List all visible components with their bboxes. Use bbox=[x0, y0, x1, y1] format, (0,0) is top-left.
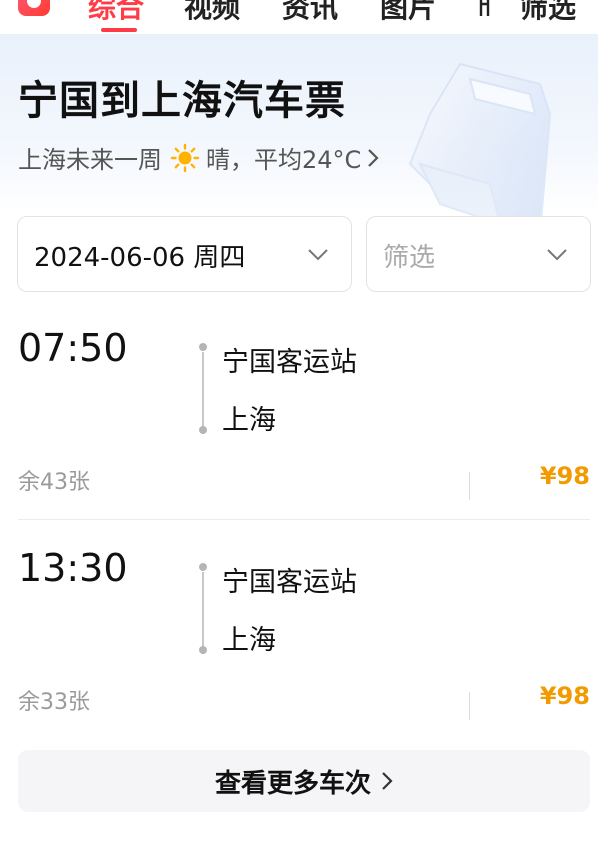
sun-icon bbox=[170, 143, 200, 172]
date-select[interactable]: 2024-06-06 周四 bbox=[17, 216, 352, 292]
route-line bbox=[202, 572, 204, 654]
view-more-trips-button[interactable]: 查看更多车次 bbox=[18, 750, 590, 812]
chevron-down-icon bbox=[308, 249, 328, 261]
departure-station: 宁国客运站 bbox=[222, 567, 357, 598]
arrival-station: 上海 bbox=[222, 625, 276, 656]
departure-station: 宁国客运站 bbox=[222, 347, 357, 378]
tickets-remaining: 余33张 bbox=[18, 690, 90, 715]
top-tab-bar: 综合 视频 资讯 图片 筛选 bbox=[0, 0, 598, 34]
active-tab-indicator bbox=[101, 28, 137, 32]
route-start-dot bbox=[199, 563, 207, 571]
chevron-right-icon bbox=[368, 148, 379, 167]
route-start-dot bbox=[199, 343, 207, 351]
app-logo-icon[interactable] bbox=[18, 0, 50, 16]
weather-link[interactable]: 上海未来一周 晴，平均24°C bbox=[18, 140, 379, 175]
tab-video[interactable]: 视频 bbox=[184, 0, 240, 26]
ticket-price[interactable]: ¥98 bbox=[540, 682, 590, 710]
filter-icon[interactable] bbox=[478, 0, 502, 18]
page-title: 宁国到上海汽车票 bbox=[18, 78, 346, 124]
filter-placeholder: 筛选 bbox=[383, 243, 436, 273]
route-end-dot bbox=[199, 646, 207, 654]
weather-prefix: 上海未来一周 bbox=[18, 146, 162, 174]
weather-text: 晴，平均24°C bbox=[206, 146, 362, 174]
separator bbox=[469, 692, 470, 720]
chevron-down-icon bbox=[547, 249, 567, 261]
tab-comprehensive[interactable]: 综合 bbox=[88, 0, 144, 26]
trip-card[interactable]: 07:50 宁国客运站 上海 余43张 ¥98 bbox=[0, 326, 598, 516]
tab-filter[interactable]: 筛选 bbox=[520, 0, 576, 26]
tab-news[interactable]: 资讯 bbox=[282, 0, 338, 26]
departure-time: 07:50 bbox=[18, 326, 128, 370]
tab-images[interactable]: 图片 bbox=[380, 0, 436, 26]
trip-card[interactable]: 13:30 宁国客运站 上海 余33张 ¥98 bbox=[0, 546, 598, 736]
route-end-dot bbox=[199, 426, 207, 434]
arrival-station: 上海 bbox=[222, 405, 276, 436]
departure-time: 13:30 bbox=[18, 546, 128, 590]
view-more-label: 查看更多车次 bbox=[214, 768, 371, 799]
result-header: 宁国到上海汽车票 上海未来一周 晴，平均24°C bbox=[0, 34, 598, 236]
filter-select[interactable]: 筛选 bbox=[366, 216, 591, 292]
tickets-remaining: 余43张 bbox=[18, 470, 90, 495]
separator bbox=[469, 472, 470, 500]
ticket-price[interactable]: ¥98 bbox=[540, 462, 590, 490]
date-value: 2024-06-06 周四 bbox=[34, 243, 246, 273]
divider bbox=[18, 519, 590, 520]
chevron-right-icon bbox=[382, 772, 393, 790]
route-line bbox=[202, 352, 204, 434]
